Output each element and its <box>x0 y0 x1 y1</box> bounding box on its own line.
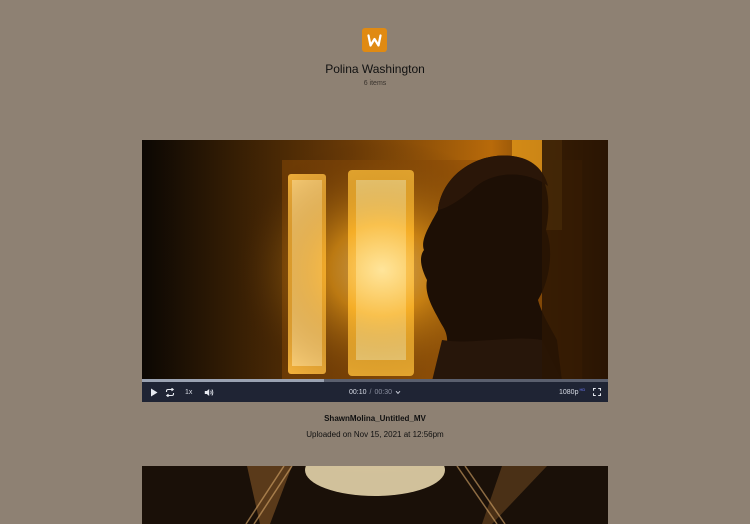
w-logo-icon <box>367 33 382 47</box>
fullscreen-button[interactable] <box>593 382 601 402</box>
chevron-down-icon <box>395 390 401 394</box>
quality-label: 1080p <box>559 388 579 396</box>
hd-tag: HD <box>579 386 586 392</box>
item-count: 6 items <box>363 80 387 87</box>
video-frame[interactable] <box>142 140 608 381</box>
current-time: 00:10 <box>348 388 367 396</box>
fullscreen-icon <box>593 388 601 396</box>
time-separator: / <box>369 388 372 396</box>
video-filename: ShawnMolina_Untitled_MV <box>324 414 426 423</box>
duration: 00:30 <box>374 388 392 396</box>
upload-date: Uploaded on Nov 15, 2021 at 12:56pm <box>306 430 444 439</box>
media-thumbnail <box>142 466 608 524</box>
brand-logo <box>362 28 387 52</box>
quality-button[interactable]: 1080p HD <box>559 382 585 402</box>
player-controls: 1x 00:10 / 00:30 1080p HD <box>142 382 608 402</box>
page-title: Polina Washington <box>325 62 425 76</box>
time-display[interactable]: 00:10 / 00:30 <box>142 382 608 402</box>
next-media-item[interactable] <box>142 466 608 524</box>
video-player[interactable]: 1x 00:10 / 00:30 1080p HD <box>142 140 608 402</box>
